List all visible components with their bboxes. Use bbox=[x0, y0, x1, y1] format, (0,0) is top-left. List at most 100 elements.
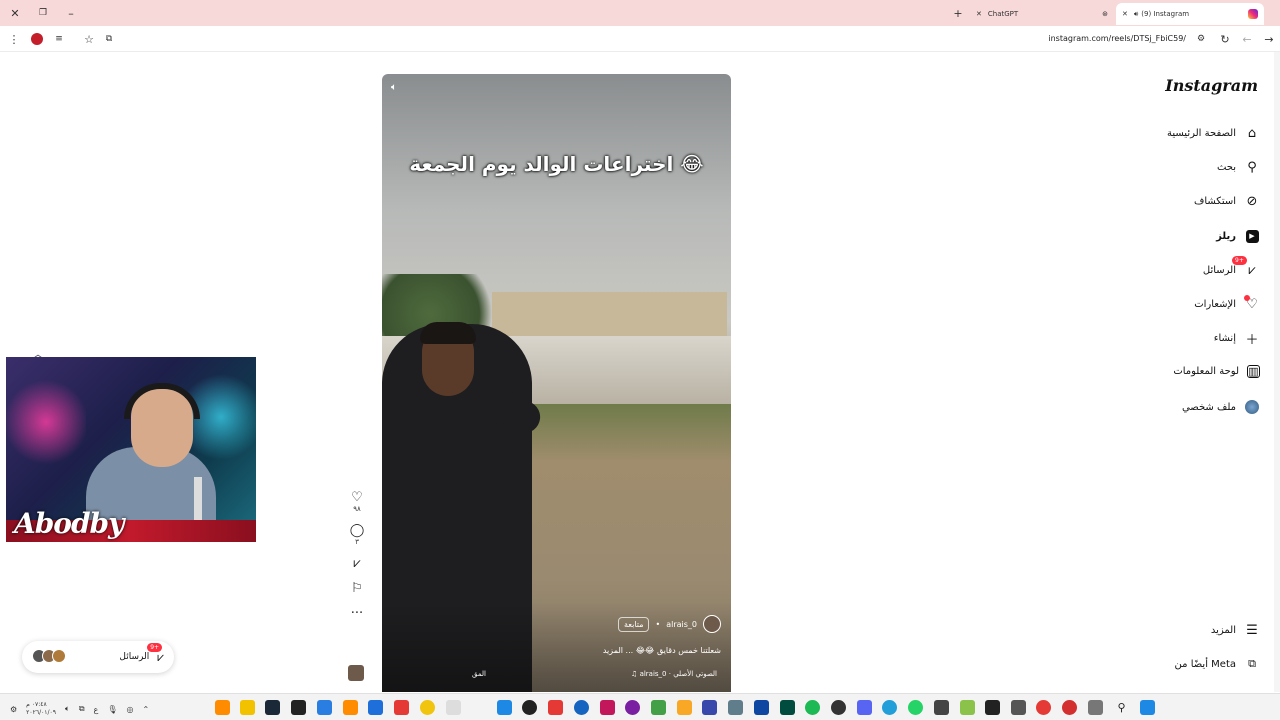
back-icon[interactable]: → bbox=[1262, 32, 1276, 46]
follow-button[interactable]: متابعة bbox=[617, 616, 650, 632]
close-window-icon[interactable]: ✕ bbox=[8, 6, 22, 20]
tab-instagram[interactable]: ✕ 🔊︎ (9) Instagram bbox=[1116, 3, 1264, 25]
sidebar-item-dashboard[interactable]: لوحة المعلومات ▥ bbox=[1173, 365, 1260, 378]
taskbar-app-icon[interactable] bbox=[368, 700, 383, 715]
taskbar-app-icon[interactable] bbox=[394, 700, 409, 715]
sidebar-item-also-from-meta[interactable]: أيضًا من Meta ⧉ bbox=[1175, 656, 1260, 672]
sidebar-item-profile[interactable]: ملف شخصي bbox=[1182, 399, 1260, 415]
taskbar-app-icon[interactable] bbox=[420, 700, 435, 715]
network-icon[interactable]: ⧉ bbox=[79, 704, 85, 714]
reel-video[interactable]: 🔈︎ اختراعات الوالد يوم الجمعة 😂 متابعة •… bbox=[382, 74, 731, 692]
taskbar-app-icon[interactable] bbox=[522, 700, 537, 715]
sidebar-item-label: لوحة المعلومات bbox=[1173, 366, 1239, 377]
search-icon[interactable]: ⚲ bbox=[1114, 700, 1129, 715]
taskbar-app-icon[interactable] bbox=[625, 700, 640, 715]
mute-toggle-icon[interactable]: 🔈︎ bbox=[391, 82, 405, 96]
taskbar-app-icon[interactable] bbox=[317, 700, 332, 715]
taskbar-app-icon[interactable] bbox=[728, 700, 743, 715]
sidebar-item-messages[interactable]: الرسائل ⩗ 9+ bbox=[1203, 256, 1260, 278]
steam-icon[interactable] bbox=[265, 700, 280, 715]
taskbar-app-icon[interactable] bbox=[291, 700, 306, 715]
taskbar-app-icon[interactable] bbox=[600, 700, 615, 715]
sidebar-item-create[interactable]: إنشاء ＋ bbox=[1214, 330, 1260, 348]
windows-start-icon[interactable] bbox=[1140, 700, 1155, 715]
volume-icon[interactable]: 🔈︎ bbox=[65, 704, 70, 714]
taskbar-app-icon[interactable] bbox=[934, 700, 949, 715]
reel-username[interactable]: alrais_0 bbox=[666, 620, 697, 629]
heart-icon: ♡ bbox=[1244, 295, 1260, 312]
audio-avatar[interactable] bbox=[348, 665, 364, 681]
forward-icon[interactable]: ← bbox=[1240, 32, 1254, 46]
taskbar-app-icon[interactable] bbox=[1011, 700, 1026, 715]
discord-icon[interactable] bbox=[857, 700, 872, 715]
tab-label: ChatGPT bbox=[987, 10, 1019, 18]
new-tab-icon[interactable]: + bbox=[952, 6, 964, 20]
taskbar-app-icon[interactable] bbox=[574, 700, 589, 715]
taskbar-app-icon[interactable] bbox=[497, 700, 512, 715]
taskbar-app-icon[interactable] bbox=[651, 700, 666, 715]
sidebar-item-search[interactable]: بحث ⚲ bbox=[1217, 159, 1260, 175]
author-avatar[interactable] bbox=[703, 615, 721, 633]
reload-icon[interactable]: ↻ bbox=[1218, 32, 1232, 46]
chatgpt-icon: ⊛ bbox=[1102, 10, 1108, 18]
menu-dots-icon[interactable]: ⋮ bbox=[8, 32, 20, 46]
sidebar-item-explore[interactable]: استكشاف ⊘ bbox=[1194, 193, 1260, 209]
sidebar-item-notifications[interactable]: الإشعارات ♡ bbox=[1194, 295, 1260, 312]
site-settings-icon[interactable]: ⚙ bbox=[1194, 32, 1208, 46]
scrollbar[interactable] bbox=[1274, 52, 1280, 692]
url-text[interactable]: instagram.com/reels/DTSj_FbiC59/ bbox=[1048, 34, 1186, 43]
taskbar-app-icon[interactable] bbox=[240, 700, 255, 715]
taskbar-app-icon[interactable] bbox=[1088, 700, 1103, 715]
taskbar-app-icon[interactable] bbox=[446, 700, 461, 715]
share-icon: ⩗ bbox=[353, 556, 361, 571]
opera-icon[interactable] bbox=[1062, 700, 1077, 715]
photoshop-icon[interactable] bbox=[754, 700, 769, 715]
install-app-icon[interactable]: ⧉ bbox=[102, 32, 116, 46]
tray-chevron-icon[interactable]: ⌃ bbox=[142, 705, 149, 714]
minimize-window-icon[interactable]: – bbox=[64, 6, 78, 20]
clock[interactable]: ٠٧:٤٨ م ٢٠٢٦/٠١/٠٩ bbox=[26, 701, 56, 717]
reel-caption[interactable]: شعلتنا خمس دقايق 😂😂 ... المزيد bbox=[603, 646, 721, 655]
close-tab-icon[interactable]: ✕ bbox=[1122, 10, 1128, 18]
taskbar-app-icon[interactable] bbox=[548, 700, 563, 715]
chrome-icon[interactable] bbox=[1036, 700, 1051, 715]
reel-more-link[interactable]: المق bbox=[472, 670, 486, 678]
share-action[interactable]: ⩗ bbox=[346, 556, 368, 571]
language-icon[interactable]: ع bbox=[94, 705, 99, 714]
taskbar-app-icon[interactable] bbox=[960, 700, 975, 715]
close-tab-icon[interactable]: ✕ bbox=[976, 10, 982, 18]
comment-action[interactable]: ◯ ٣ bbox=[346, 523, 368, 546]
sync-icon[interactable]: ◎ bbox=[126, 705, 133, 714]
messages-pill[interactable]: الرسائل ⩗ 9+ bbox=[22, 641, 174, 673]
sidebar-item-home[interactable]: الصفحة الرئيسية ⌂ bbox=[1167, 125, 1260, 141]
taskbar-app-icon[interactable] bbox=[343, 700, 358, 715]
file-explorer-icon[interactable] bbox=[677, 700, 692, 715]
telegram-icon[interactable] bbox=[882, 700, 897, 715]
more-options-action[interactable]: ··· bbox=[346, 606, 368, 621]
tab-chatgpt[interactable]: ✕ ChatGPT ⊛ bbox=[972, 3, 1112, 25]
mic-icon[interactable]: 🎙︎ bbox=[107, 705, 117, 714]
bookmark-star-icon[interactable]: ☆ bbox=[82, 32, 96, 46]
like-action[interactable]: ♡ ٩٨ bbox=[346, 490, 368, 513]
reel-audio-label: alrais_0 · الصوتي الأصلي bbox=[639, 670, 717, 678]
taskbar-app-icon[interactable] bbox=[702, 700, 717, 715]
settings-icon[interactable]: ⚙ bbox=[10, 705, 17, 714]
taskbar-app-icon[interactable] bbox=[215, 700, 230, 715]
instagram-logo[interactable]: Instagram bbox=[1165, 76, 1258, 95]
spotify-icon[interactable] bbox=[805, 700, 820, 715]
sidebar-item-more[interactable]: المزيد ☰ bbox=[1211, 622, 1260, 638]
system-tray: ⚙ ٠٧:٤٨ م ٢٠٢٦/٠١/٠٩ 🔈︎ ⧉ ع 🎙︎ ◎ ⌃ bbox=[10, 701, 149, 717]
taskbar-app-icon[interactable] bbox=[831, 700, 846, 715]
taskbar-app-icon[interactable] bbox=[780, 700, 795, 715]
profile-icon[interactable] bbox=[30, 32, 44, 46]
taskbar-app-icon[interactable] bbox=[985, 700, 1000, 715]
tab-search-icon[interactable]: ≡ bbox=[52, 32, 66, 46]
save-action[interactable]: ⚐ bbox=[346, 581, 368, 596]
sidebar-item-reels[interactable]: ريلز ▶ bbox=[1216, 228, 1260, 244]
sidebar-item-label: ملف شخصي bbox=[1181, 401, 1236, 413]
music-note-icon: ♫ bbox=[631, 670, 640, 678]
whatsapp-icon[interactable] bbox=[908, 700, 923, 715]
reel-audio[interactable]: ♫ alrais_0 · الصوتي الأصلي bbox=[631, 670, 717, 678]
restore-window-icon[interactable]: ❐ bbox=[36, 6, 50, 20]
compass-icon: ⊘ bbox=[1246, 193, 1258, 209]
